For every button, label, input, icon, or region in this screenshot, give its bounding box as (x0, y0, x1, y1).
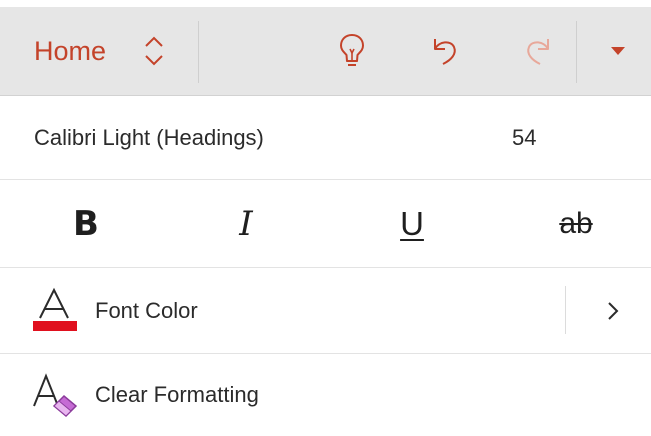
strikethrough-button[interactable]: ab (536, 180, 616, 268)
ribbon-toolbar: Home (0, 0, 651, 96)
clear-formatting-row[interactable]: Clear Formatting (0, 354, 651, 436)
tab-home-label[interactable]: Home (34, 7, 106, 95)
italic-button[interactable]: I (206, 180, 286, 268)
chevron-right-icon[interactable] (596, 294, 630, 328)
underline-button[interactable]: U (372, 180, 452, 268)
text-style-row: B I U ab (0, 180, 651, 268)
font-color-row[interactable]: Font Color (0, 268, 651, 354)
redo-icon[interactable] (516, 29, 560, 73)
dropdown-icon[interactable] (596, 29, 640, 73)
font-row: Calibri Light (Headings) 54 (0, 96, 651, 180)
tab-selector[interactable]: Home (0, 7, 198, 95)
font-color-icon (32, 286, 78, 336)
clear-formatting-label: Clear Formatting (95, 382, 259, 407)
undo-icon[interactable] (423, 29, 467, 73)
toolbar-divider (576, 21, 577, 83)
font-formatting-panel: Home Calibri Light (Headings) 54 B I U a… (0, 0, 651, 436)
chevron-updown-icon[interactable] (142, 33, 166, 69)
font-color-label: Font Color (95, 298, 198, 323)
clear-formatting-icon (32, 372, 78, 418)
toolbar-divider (198, 21, 199, 83)
font-size-selector[interactable]: 54 (512, 96, 536, 180)
row-divider (565, 286, 566, 334)
font-name-selector[interactable]: Calibri Light (Headings) (34, 96, 264, 180)
bold-button[interactable]: B (46, 180, 126, 268)
lightbulb-icon[interactable] (330, 29, 374, 73)
